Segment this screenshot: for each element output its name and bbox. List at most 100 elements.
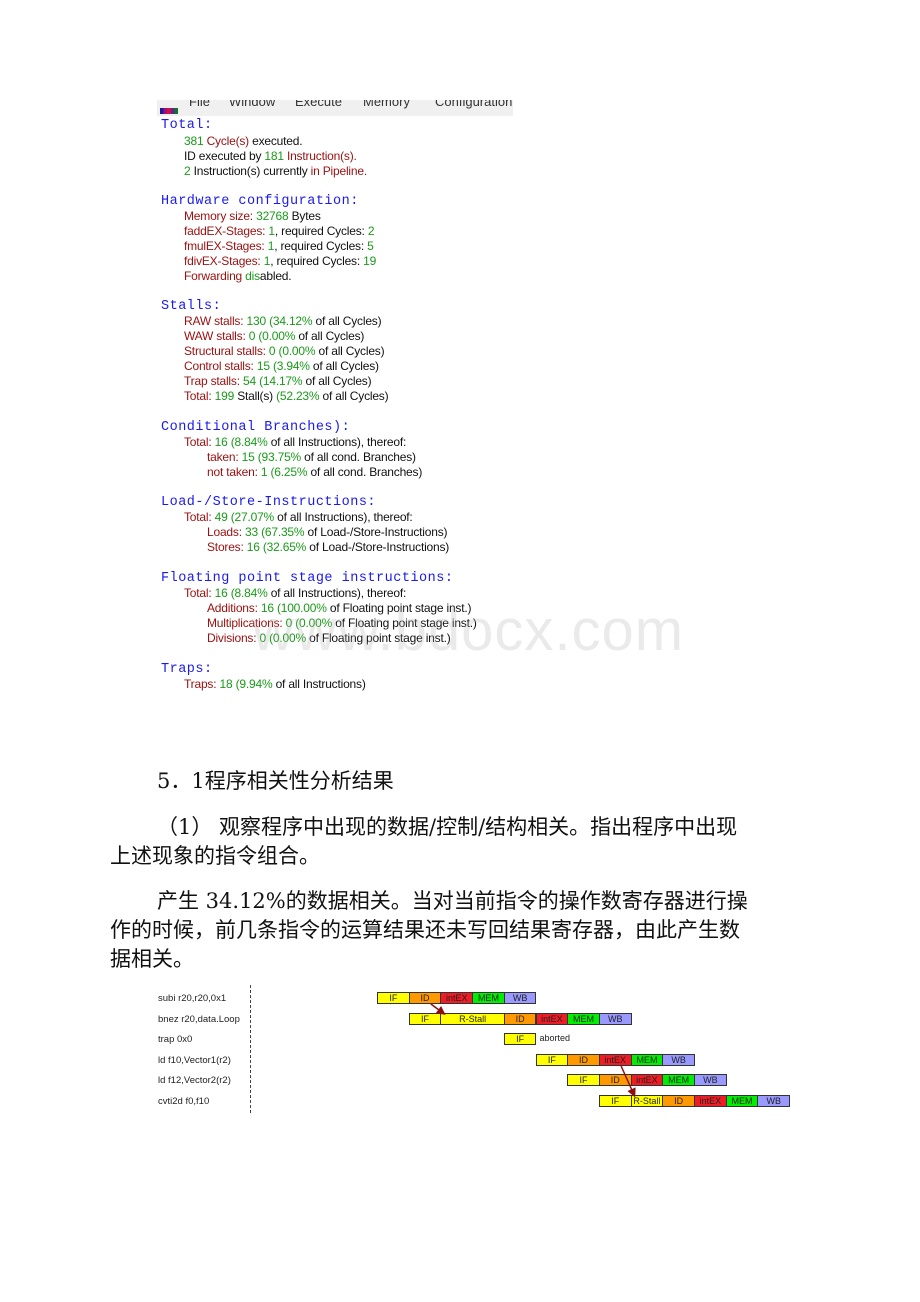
branches-not-taken-line: not taken: 1 (6.25% of all cond. Branche… [207,465,422,479]
taken-suffix: of all cond. Branches) [304,450,416,464]
branches-total-suffix: of all Instructions), thereof: [270,435,407,449]
stall-value: 0 [268,344,276,358]
stores-line: Stores: 16 (32.65% of Load-/Store-Instru… [207,540,449,554]
instruction-label: ld f10,Vector1(r2) [158,1055,231,1066]
stall-value: 15 [256,359,270,373]
section-loadstore-title: Load-/Store-Instructions: [161,495,377,510]
app-icon [160,108,178,114]
menu-window[interactable]: Window [229,100,275,109]
loadstore-total-value: 49 [214,510,228,524]
pipeline-mid: Instruction(s) currently [193,164,308,178]
stall-total-label: Total: [184,389,212,403]
stall-value: 0 [248,329,256,343]
additions-line: Additions: 16 (100.00% of Floating point… [207,601,471,615]
floating-total-label: Total: [184,586,212,600]
memory-unit: Bytes [291,209,321,223]
stage-if: IF [408,1013,442,1025]
floating-total-value: 16 [214,586,228,600]
cycles-label: Cycle(s) [206,134,250,148]
stores-pct: (32.65% [262,540,307,554]
stage-if: IF [567,1074,600,1086]
stage-if: IF [598,1095,632,1107]
total-instructions-line: ID executed by 181 Instruction(s). [184,149,357,163]
loadstore-total-suffix: of all Instructions), thereof: [277,510,413,524]
total-instructions-value: 181 [264,149,284,163]
stage-r-stall: R-Stall [630,1095,664,1107]
multiplications-pct: (0.00% [295,616,333,630]
stall-label: Structural stalls: [184,344,266,358]
stall-pct: (14.17% [259,374,303,388]
stage-if: IF [503,1033,537,1045]
forwarding-line: Forwarding disabled. [184,269,292,283]
section-floating-title: Floating point stage instructions: [161,571,454,586]
required-cycles-label: , required Cycles: [274,239,364,253]
section-heading: 5．1程序相关性分析结果 [157,769,394,793]
stall-pct: (0.00% [278,344,316,358]
stall-total-row: Total: 199 Stall(s) (52.23% of all Cycle… [184,389,389,403]
not-taken-value: 1 [260,465,268,479]
divisions-suffix: of Floating point stage inst.) [309,631,451,645]
not-taken-pct: (6.25% [270,465,308,479]
floating-total-pct: (8.84% [230,586,268,600]
pipeline-count-line: 2 Instruction(s) currently in Pipeline. [184,164,367,178]
stall-label: Control stalls: [184,359,254,373]
loads-label: Loads: [207,525,242,539]
stall-label: WAW stalls: [184,329,246,343]
stage-intex: intEX [598,1054,632,1066]
stage-intex: intEX [630,1074,664,1086]
floating-total-suffix: of all Instructions), thereof: [270,586,407,600]
stage-if: IF [535,1054,569,1066]
traps-suffix: of all Instructions) [275,677,366,691]
stall-label: RAW stalls: [184,314,244,328]
divisions-line: Divisions: 0 (0.00% of Floating point st… [207,631,451,645]
instruction-label: trap 0x0 [158,1034,193,1045]
additions-pct: (100.00% [276,601,327,615]
memory-value: 32768 [256,209,289,223]
stall-value: 54 [242,374,256,388]
stall-total-value: 199 [214,389,235,403]
menu-configuration[interactable]: Configuration [435,100,512,109]
stall-suffix: of all Cycles) [315,314,382,328]
menu-file[interactable]: File [189,100,210,109]
stage-intex: intEX [535,1013,569,1025]
stall-pct: (34.12% [269,314,313,328]
stage-id: ID [408,992,442,1004]
cycles-suffix: executed. [252,134,303,148]
instruction-label: ld f12,Vector2(r2) [158,1075,231,1086]
stall-label: Trap stalls: [184,374,240,388]
loadstore-total-pct: (27.07% [230,510,275,524]
branches-total-value: 16 [214,435,228,449]
taken-label: taken: [207,450,239,464]
instruction-label: cvti2d f0,f10 [158,1096,210,1107]
stage-mem: MEM [662,1074,695,1086]
additions-value: 16 [260,601,274,615]
multiplications-value: 0 [285,616,293,630]
stall-total-unit: Stall(s) [237,389,273,403]
stage-wb: WB [598,1013,632,1025]
id-prefix: ID executed by [184,149,262,163]
fadd-cycles: 2 [367,224,375,238]
loadstore-total-line: Total: 49 (27.07% of all Instructions), … [184,510,413,524]
not-taken-label: not taken: [207,465,258,479]
pipeline-label: in Pipeline. [310,164,368,178]
statistics-window: File Window Execute Memory Configuration… [157,100,513,700]
required-cycles-label: , required Cycles: [274,224,365,238]
question-line-1: （1） 观察程序中出现的数据/控制/结构相关。指出程序中出现 [157,815,738,839]
fdiv-label: fdivEX-Stages: [184,254,261,268]
stage-wb: WB [662,1054,695,1066]
additions-suffix: of Floating point stage inst.) [329,601,472,615]
menu-memory[interactable]: Memory [363,100,410,109]
stall-pct: (3.94% [272,359,310,373]
total-cycles-line: 381 Cycle(s) executed. [184,134,303,148]
instructions-label: Instruction(s). [286,149,357,163]
divisions-label: Divisions: [207,631,257,645]
stage-id: ID [567,1054,600,1066]
stage-id: ID [662,1095,695,1107]
answer-line-3: 据相关。 [110,947,194,971]
stall-suffix: of all Cycles) [312,359,379,373]
stage-id: ID [598,1074,632,1086]
instruction-label: subi r20,r20,0x1 [158,993,227,1004]
fadd-line: faddEX-Stages: 1, required Cycles: 2 [184,224,375,238]
branches-total-label: Total: [184,435,212,449]
menu-execute[interactable]: Execute [295,100,342,109]
